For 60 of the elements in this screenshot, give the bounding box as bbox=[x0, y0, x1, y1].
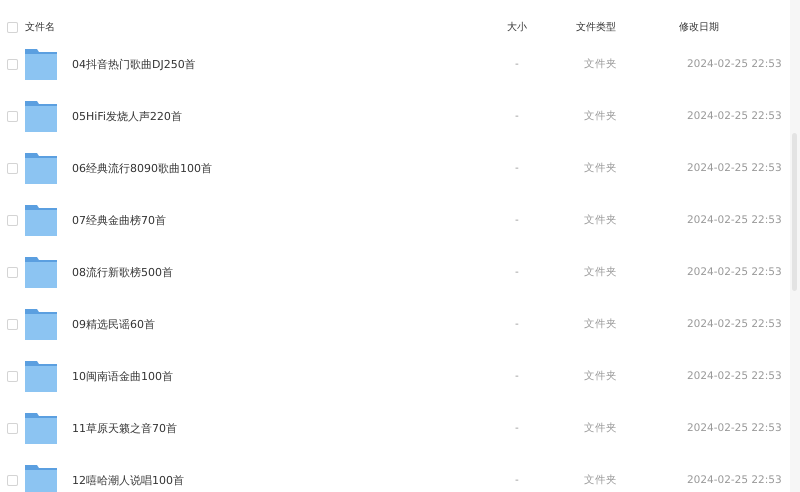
row-checkbox[interactable] bbox=[7, 422, 18, 434]
file-type: 文件夹 bbox=[584, 213, 618, 227]
folder-icon bbox=[25, 152, 57, 184]
file-name[interactable]: 12嘻哈潮人说唱100首 bbox=[72, 472, 515, 488]
file-name[interactable]: 05HiFi发烧人声220首 bbox=[72, 108, 515, 124]
folder-icon bbox=[25, 360, 57, 392]
row-checkbox[interactable] bbox=[7, 266, 18, 278]
file-size: - bbox=[515, 370, 520, 382]
file-name[interactable]: 06经典流行8090歌曲100首 bbox=[72, 160, 515, 176]
column-header[interactable]: 大小 bbox=[507, 20, 576, 34]
row-checkbox[interactable] bbox=[7, 162, 18, 174]
modified-date: 2024-02-25 22:53 bbox=[687, 318, 782, 330]
column-header[interactable]: 修改日期 bbox=[679, 20, 719, 34]
folder-icon bbox=[25, 412, 57, 444]
file-size: - bbox=[515, 162, 520, 174]
file-size: - bbox=[515, 474, 520, 486]
file-type: 文件夹 bbox=[584, 265, 618, 279]
file-name[interactable]: 09精选民谣60首 bbox=[72, 316, 515, 332]
file-type: 文件夹 bbox=[584, 473, 618, 487]
row-checkbox[interactable] bbox=[7, 214, 18, 226]
file-type: 文件夹 bbox=[584, 421, 618, 435]
select-all-checkbox[interactable] bbox=[7, 22, 18, 32]
folder-icon bbox=[25, 100, 57, 132]
file-size: - bbox=[515, 318, 520, 330]
modified-date: 2024-02-25 22:53 bbox=[687, 266, 782, 278]
modified-date: 2024-02-25 22:53 bbox=[687, 474, 782, 486]
file-type: 文件夹 bbox=[584, 317, 618, 331]
file-type: 文件夹 bbox=[584, 109, 618, 123]
file-size: - bbox=[515, 266, 520, 278]
file-name[interactable]: 10闽南语金曲100首 bbox=[72, 368, 515, 384]
file-type: 文件夹 bbox=[584, 161, 618, 175]
modified-date: 2024-02-25 22:53 bbox=[687, 370, 782, 382]
file-size: - bbox=[515, 214, 520, 226]
file-name[interactable]: 08流行新歌榜500首 bbox=[72, 264, 515, 280]
folder-icon bbox=[25, 464, 57, 492]
row-checkbox[interactable] bbox=[7, 318, 18, 330]
row-checkbox[interactable] bbox=[7, 370, 18, 382]
file-type: 文件夹 bbox=[584, 57, 618, 71]
row-checkbox[interactable] bbox=[7, 110, 18, 122]
scrollbar[interactable] bbox=[790, 0, 800, 492]
file-type: 文件夹 bbox=[584, 369, 618, 383]
file-name[interactable]: 07经典金曲榜70首 bbox=[72, 212, 515, 228]
column-header[interactable]: 文件类型 bbox=[576, 20, 679, 34]
folder-icon bbox=[25, 204, 57, 236]
row-checkbox[interactable] bbox=[7, 58, 18, 70]
folder-icon bbox=[25, 48, 57, 80]
file-name[interactable]: 11草原天籁之音70首 bbox=[72, 420, 515, 436]
file-size: - bbox=[515, 110, 520, 122]
folder-icon bbox=[25, 256, 57, 288]
file-name[interactable]: 04抖音热门歌曲DJ250首 bbox=[72, 56, 515, 72]
modified-date: 2024-02-25 22:53 bbox=[687, 162, 782, 174]
row-checkbox[interactable] bbox=[7, 474, 18, 486]
modified-date: 2024-02-25 22:53 bbox=[687, 110, 782, 122]
modified-date: 2024-02-25 22:53 bbox=[687, 422, 782, 434]
folder-icon bbox=[25, 308, 57, 340]
modified-date: 2024-02-25 22:53 bbox=[687, 214, 782, 226]
file-size: - bbox=[515, 422, 520, 434]
column-header[interactable]: 文件名 bbox=[25, 20, 507, 34]
file-size: - bbox=[515, 58, 520, 70]
modified-date: 2024-02-25 22:53 bbox=[687, 58, 782, 70]
